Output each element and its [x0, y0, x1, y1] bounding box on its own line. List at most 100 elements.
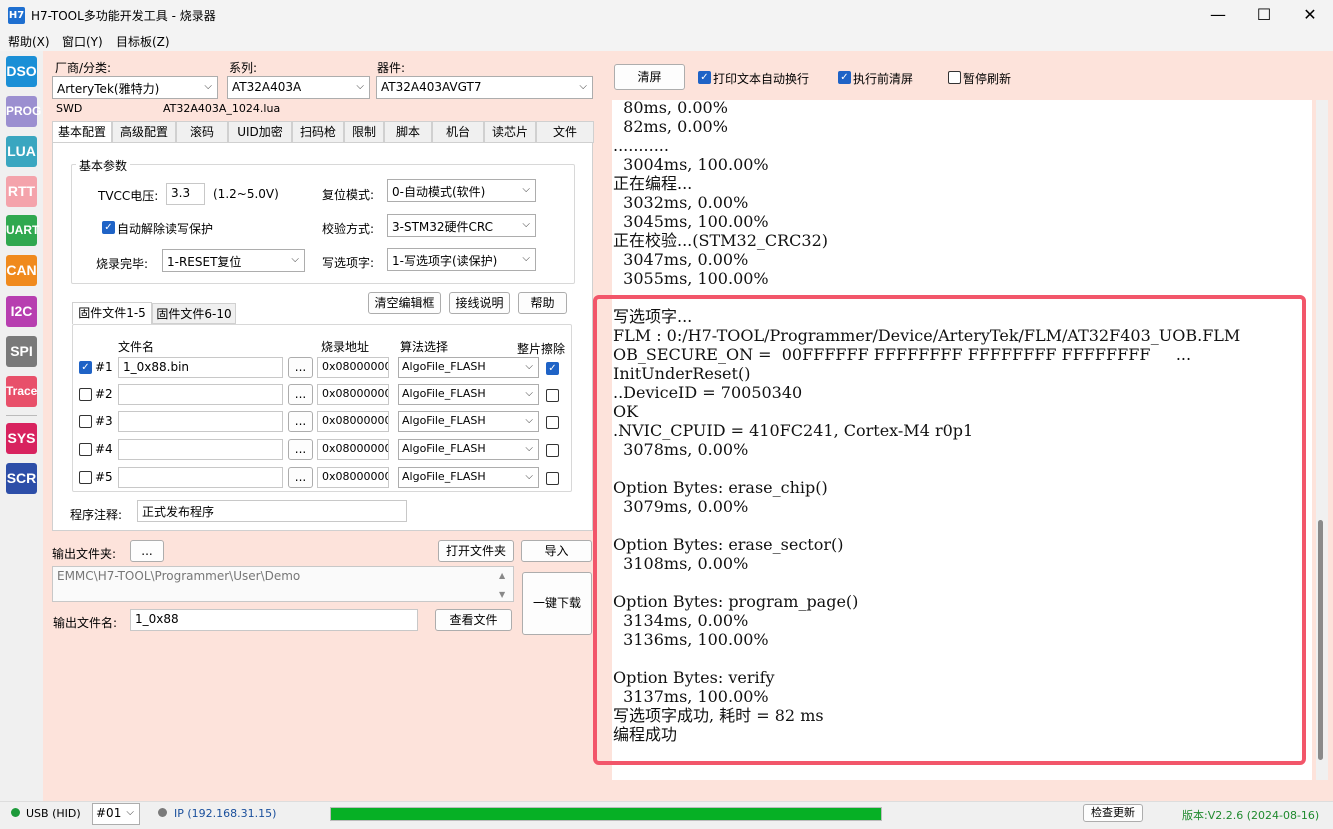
tab-rolling-code[interactable]: 滚码: [176, 121, 228, 143]
menu-window[interactable]: 窗口(Y): [62, 33, 103, 50]
chevron-down-icon: ⌵: [204, 81, 212, 92]
view-file-button[interactable]: 查看文件: [435, 609, 512, 631]
wiring-button[interactable]: 接线说明: [449, 292, 510, 314]
device-select[interactable]: AT32A403AVGT7 ⌵: [376, 76, 593, 99]
scroll-up-icon[interactable]: ▲: [499, 571, 505, 580]
output-name-input[interactable]: 1_0x88: [130, 609, 418, 631]
chip-erase-checkbox[interactable]: ✓: [546, 362, 559, 375]
file-enable-checkbox[interactable]: [79, 388, 92, 401]
wrap-checkbox[interactable]: ✓: [698, 71, 711, 84]
sidebar-prog-button[interactable]: PROG: [6, 96, 41, 127]
algorithm-select[interactable]: AlgoFile_FLASH ⌵: [398, 467, 539, 488]
ip-status: IP (192.168.31.15): [174, 807, 277, 820]
comment-input[interactable]: 正式发布程序: [137, 500, 407, 522]
maximize-button[interactable]: ☐: [1241, 0, 1287, 31]
verify-select[interactable]: 3-STM32硬件CRC ⌵: [387, 214, 536, 237]
tab-firmware-6-10[interactable]: 固件文件6-10: [152, 303, 236, 324]
chip-erase-checkbox[interactable]: [546, 416, 559, 429]
log-console[interactable]: 80ms, 0.00% 82ms, 0.00%........... 3004m…: [612, 100, 1312, 780]
sidebar-lua-button[interactable]: LUA: [6, 136, 37, 167]
file-name-input[interactable]: [118, 467, 283, 488]
port-select[interactable]: #01 ⌵: [92, 803, 140, 825]
sidebar-can-button[interactable]: CAN: [6, 255, 37, 286]
sidebar-scr-button[interactable]: SCR: [6, 463, 37, 494]
chip-erase-checkbox[interactable]: [546, 444, 559, 457]
tab-basic[interactable]: 基本配置: [52, 121, 112, 143]
file-name-input[interactable]: 1_0x88.bin: [118, 357, 283, 378]
tab-advanced[interactable]: 高级配置: [112, 121, 176, 143]
tab-file[interactable]: 文件: [536, 121, 594, 143]
sidebar-rtt-button[interactable]: RTT: [6, 176, 37, 207]
file-browse-button[interactable]: ...: [288, 467, 313, 488]
file-address-input[interactable]: 0x08000000: [317, 411, 389, 432]
algorithm-select[interactable]: AlgoFile_FLASH ⌵: [398, 411, 539, 432]
clear-before-checkbox[interactable]: ✓: [838, 71, 851, 84]
tab-read-chip[interactable]: 读芯片: [484, 121, 536, 143]
tab-script[interactable]: 脚本: [384, 121, 432, 143]
tab-firmware-1-5[interactable]: 固件文件1-5: [72, 302, 152, 324]
file-row-id: #3: [95, 414, 113, 428]
file-name-input[interactable]: [118, 411, 283, 432]
reset-mode-value: 0-自动模式(软件): [392, 185, 486, 199]
sidebar-uart-button[interactable]: UART: [6, 215, 39, 246]
log-line: 3079ms, 0.00%: [613, 497, 749, 516]
tab-limit[interactable]: 限制: [344, 121, 384, 143]
file-name-input[interactable]: [118, 439, 283, 460]
tab-scanner[interactable]: 扫码枪: [292, 121, 344, 143]
sidebar-dso-button[interactable]: DSO: [6, 56, 37, 87]
help-button[interactable]: 帮助: [518, 292, 567, 314]
one-click-download-button[interactable]: 一键下载: [522, 572, 592, 635]
output-folder-browse-button[interactable]: ...: [130, 540, 164, 562]
close-button[interactable]: ✕: [1287, 0, 1333, 31]
open-folder-button[interactable]: 打开文件夹: [438, 540, 514, 562]
file-browse-button[interactable]: ...: [288, 384, 313, 405]
file-enable-checkbox[interactable]: [79, 443, 92, 456]
reset-mode-select[interactable]: 0-自动模式(软件) ⌵: [387, 179, 536, 202]
menu-target[interactable]: 目标板(Z): [116, 33, 170, 50]
clear-editor-button[interactable]: 清空编辑框: [368, 292, 441, 314]
window-title: H7-TOOL多功能开发工具 - 烧录器: [31, 9, 216, 23]
algorithm-select[interactable]: AlgoFile_FLASH ⌵: [398, 439, 539, 460]
tab-machine[interactable]: 机台: [432, 121, 484, 143]
file-address-input[interactable]: 0x08000000: [317, 357, 389, 378]
chevron-down-icon: ⌵: [356, 81, 364, 92]
file-address-input[interactable]: 0x08000000: [317, 439, 389, 460]
file-address-input[interactable]: 0x08000000: [317, 384, 389, 405]
option-bytes-select[interactable]: 1-写选项字(读保护) ⌵: [387, 248, 536, 271]
pause-checkbox[interactable]: [948, 71, 961, 84]
sidebar-trace-button[interactable]: Trace: [6, 376, 37, 407]
algorithm-select[interactable]: AlgoFile_FLASH ⌵: [398, 357, 539, 378]
check-update-button[interactable]: 检查更新: [1083, 804, 1143, 822]
file-browse-button[interactable]: ...: [288, 357, 313, 378]
file-name-input[interactable]: [118, 384, 283, 405]
clear-screen-button[interactable]: 清屏: [614, 64, 685, 90]
menu-help[interactable]: 帮助(X): [8, 33, 50, 50]
sidebar-sys-button[interactable]: SYS: [6, 423, 37, 454]
sidebar-i2c-button[interactable]: I2C: [6, 296, 37, 327]
log-line: ..DeviceID = 70050340: [613, 383, 803, 402]
vendor-label: 厂商/分类:: [55, 61, 112, 75]
finish-select[interactable]: 1-RESET复位 ⌵: [162, 249, 305, 272]
series-select[interactable]: AT32A403A ⌵: [227, 76, 370, 99]
file-browse-button[interactable]: ...: [288, 411, 313, 432]
file-enable-checkbox[interactable]: ✓: [79, 361, 92, 374]
vendor-select[interactable]: ArteryTek(雅特力) ⌵: [52, 76, 218, 99]
auto-unlock-checkbox[interactable]: ✓: [102, 221, 115, 234]
file-enable-checkbox[interactable]: [79, 415, 92, 428]
output-folder-path[interactable]: EMMC\H7-TOOL\Programmer\User\Demo: [52, 566, 514, 602]
minimize-button[interactable]: —: [1195, 0, 1241, 31]
scroll-down-icon[interactable]: ▼: [499, 590, 505, 599]
basic-params-title: 基本参数: [76, 157, 131, 174]
import-button[interactable]: 导入: [521, 540, 592, 562]
log-scrollbar-thumb[interactable]: [1318, 520, 1323, 760]
tvcc-input[interactable]: 3.3: [166, 183, 205, 205]
log-line: OK: [613, 402, 639, 421]
file-address-input[interactable]: 0x08000000: [317, 467, 389, 488]
tab-uid[interactable]: UID加密: [228, 121, 292, 143]
chip-erase-checkbox[interactable]: [546, 389, 559, 402]
chip-erase-checkbox[interactable]: [546, 472, 559, 485]
algorithm-select[interactable]: AlgoFile_FLASH ⌵: [398, 384, 539, 405]
sidebar-spi-button[interactable]: SPI: [6, 336, 37, 367]
file-browse-button[interactable]: ...: [288, 439, 313, 460]
file-enable-checkbox[interactable]: [79, 471, 92, 484]
